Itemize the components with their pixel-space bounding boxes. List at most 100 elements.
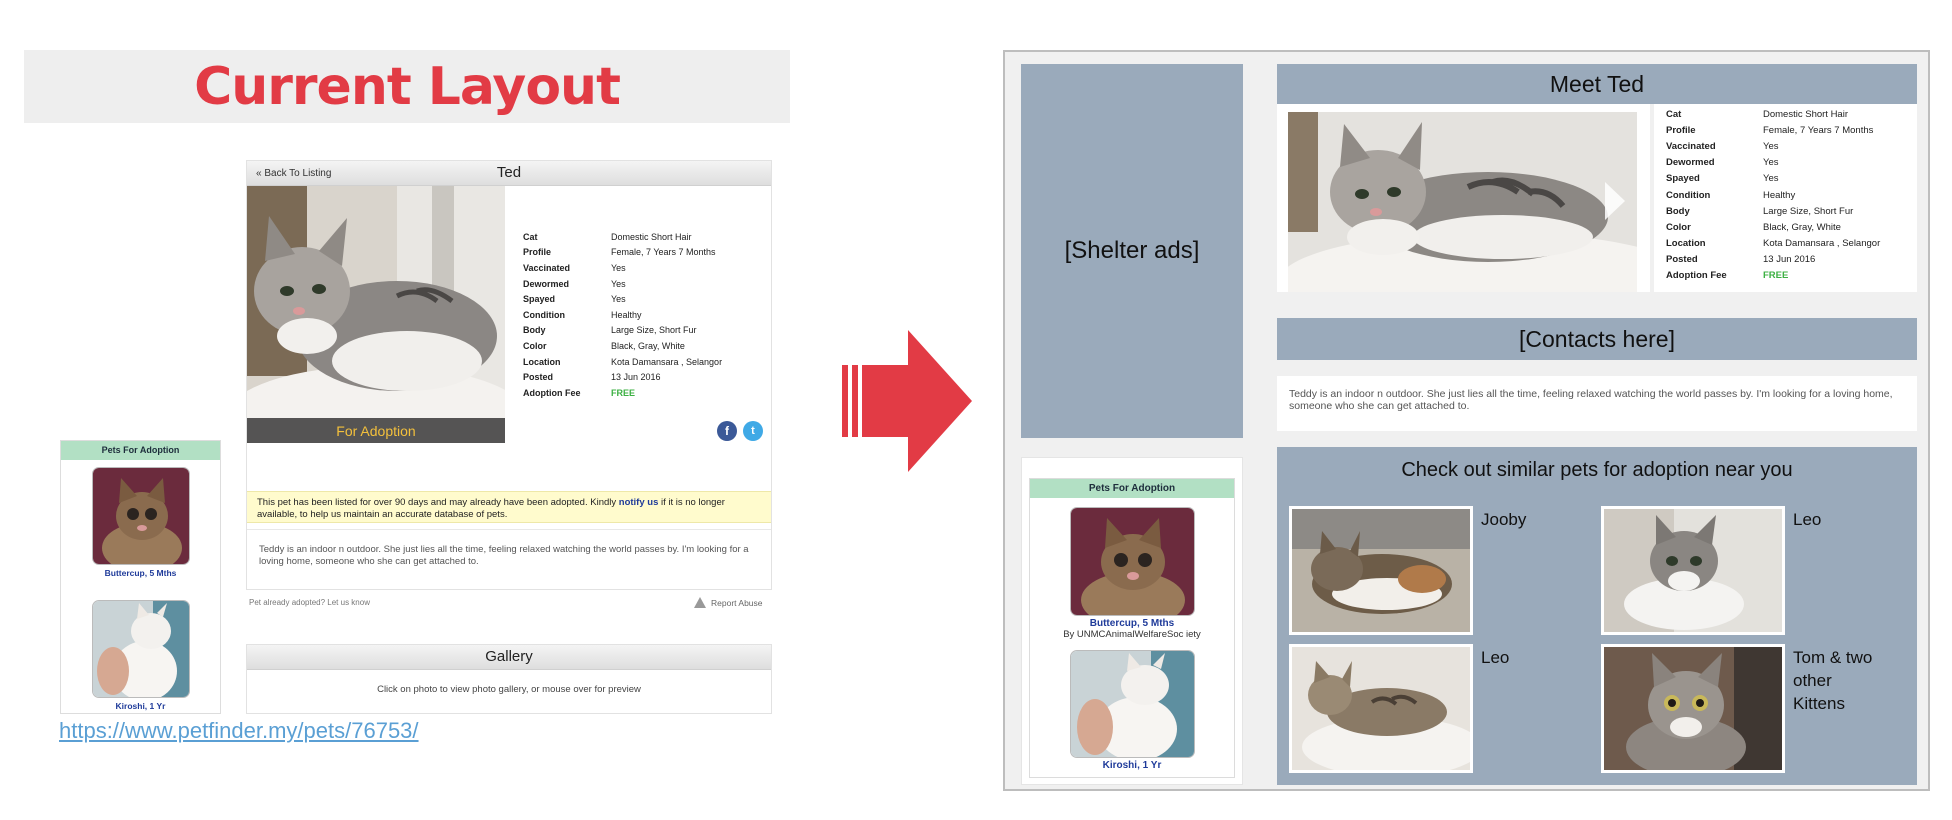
pet-thumbnail[interactable] [1069,507,1195,616]
proposed-layout-mockup: [Shelter ads] Meet Ted Cat Domestic Shor… [1003,50,1930,791]
pet-detail-label: Condition [1666,189,1711,201]
sidebar-pet-name[interactable]: Kiroshi, 1 Yr [1030,760,1234,771]
pet-detail-label: Spayed [523,294,556,305]
current-layout-title-bar: Current Layout [24,50,790,123]
similar-pet-name[interactable]: Tom & two other Kittens [1793,646,1883,715]
pet-detail-row: Cat Domestic Short Hair [523,229,722,245]
pet-detail-value: Yes [1763,173,1779,185]
pet-detail-row: Adoption Fee FREE [523,385,722,401]
pet-detail-row: Spayed Yes [1666,171,1880,187]
pet-details-table: Cat Domestic Short Hair Profile Female, 7 Y… [1666,106,1880,284]
pet-detail-label: Color [523,340,547,351]
meet-pet-title: Meet Ted [1277,64,1917,104]
pet-detail-row: Color Black, Gray, White [1666,219,1880,235]
sidebar-pet-item[interactable]: Kiroshi, 1 Yr [1030,650,1234,777]
pet-detail-label: Condition [523,309,565,320]
pet-detail-value: Black, Gray, White [611,340,685,351]
cat-photo-illustration [247,186,505,443]
kitten-photo-illustration [1070,508,1194,615]
twitter-share-icon[interactable]: t [743,421,763,441]
pet-detail-label: Profile [523,247,552,258]
sidebar-title: Pets For Adoption [1030,479,1234,498]
gallery-title: Gallery [247,645,771,670]
current-layout-heading: Current Layout [194,56,621,117]
pet-detail-value: Yes [1763,157,1779,169]
pets-for-adoption-box: Pets For Adoption Buttercup, 5 Mths By U… [1029,478,1235,778]
similar-pet-thumbnail[interactable] [1601,506,1785,635]
similar-pet-name[interactable]: Jooby [1481,508,1571,531]
pet-detail-row: Dewormed Yes [523,276,722,292]
pet-detail-label: Dewormed [1666,157,1715,169]
pet-detail-row: Spayed Yes [523,291,722,307]
pet-detail-row: Vaccinated Yes [523,260,722,276]
pet-detail-value: Yes [611,262,626,273]
pet-detail-value: Female, 7 Years 7 Months [1763,124,1874,136]
report-abuse-label: Report Abuse [711,597,763,608]
sidebar-pet-name[interactable]: Kiroshi, 1 Yr [61,701,220,711]
report-abuse-link[interactable]: Report Abuse [694,597,763,608]
pet-description: Teddy is an indoor n outdoor. She just l… [1277,376,1917,431]
pet-detail-label: Location [1666,238,1706,250]
similar-pet-thumbnail[interactable] [1601,644,1785,773]
pet-detail-value: 13 Jun 2016 [1763,254,1816,266]
pet-description: Teddy is an indoor n outdoor. She just l… [247,529,771,589]
pet-detail-label: Dewormed [523,278,570,289]
similar-pet-name[interactable]: Leo [1481,646,1571,669]
pet-detail-label: Body [1666,205,1690,217]
sidebar-pet-item[interactable]: Buttercup, 5 Mths By UNMCAnimalWelfareSo… [1030,507,1234,640]
pet-detail-value: Domestic Short Hair [611,231,692,242]
pet-detail-row: Posted 13 Jun 2016 [523,369,722,385]
pet-detail-label: Spayed [1666,173,1700,185]
pet-detail-value: Large Size, Short Fur [611,325,697,336]
pet-detail-label: Vaccinated [1666,140,1716,152]
sidebar-pet-name[interactable]: Buttercup, 5 Mths [61,568,220,578]
gallery-hint: Click on photo to view photo gallery, or… [377,684,641,695]
pet-detail-row: Condition Healthy [523,307,722,323]
kitten-photo-illustration [92,468,189,564]
pet-detail-label: Vaccinated [523,262,571,273]
pet-detail-label: Profile [1666,124,1696,136]
pet-detail-value: Healthy [1763,189,1796,201]
pet-thumbnail[interactable] [1069,650,1195,758]
pet-detail-value: Large Size, Short Fur [1763,205,1854,217]
similar-pet-name[interactable]: Leo [1793,508,1883,531]
pet-thumbnail[interactable] [91,467,190,565]
pet-detail-row: Adoption Fee FREE [1666,268,1880,284]
pet-detail-value: Kota Damansara , Selangor [1763,238,1881,250]
warning-icon [694,597,706,608]
pet-detail-label: Posted [523,372,554,383]
pet-detail-value: Black, Gray, White [1763,221,1841,233]
pet-name: Ted [496,164,522,181]
pets-for-adoption-sidebar: Pets For Adoption Buttercup, 5 Mths [60,440,221,714]
lying-tabby-photo-illustration [1292,647,1470,770]
notify-us-link[interactable]: notify us [619,497,659,508]
pet-detail-value: Yes [611,278,626,289]
similar-pet-thumbnail[interactable] [1289,506,1473,635]
sidebar-pet-item[interactable]: Kiroshi, 1 Yr [61,600,220,711]
pet-detail-label: Adoption Fee [523,387,581,398]
sidebar-pet-owner: By UNMCAnimalWelfareSoc iety [1063,629,1201,640]
pet-photo[interactable] [1288,112,1637,292]
sidebar-pet-name[interactable]: Buttercup, 5 Mths [1030,618,1234,629]
pet-detail-row: Body Large Size, Short Fur [1666,203,1880,219]
pet-detail-label: Cat [523,231,538,242]
already-adopted-link[interactable]: Pet already adopted? Let us know [249,598,370,607]
facebook-share-icon[interactable]: f [717,421,737,441]
next-photo-icon[interactable] [1605,182,1625,220]
pet-detail-label: Adoption Fee [1666,270,1727,282]
notice-text-prefix: This pet has been listed for over 90 day… [257,497,619,508]
sidebar-title: Pets For Adoption [61,441,220,460]
shelter-ads-placeholder: [Shelter ads] [1021,64,1243,438]
pet-detail-row: Dewormed Yes [1666,155,1880,171]
pet-detail-label: Color [1666,221,1691,233]
sidebar-pet-item[interactable]: Buttercup, 5 Mths [61,467,220,578]
pet-detail-value: Kota Damansara , Selangor [611,356,723,367]
cat-photo-illustration [1288,112,1637,292]
pet-detail-value: Yes [611,294,626,305]
pet-detail-row: Posted 13 Jun 2016 [1666,252,1880,268]
similar-pet-thumbnail[interactable] [1289,644,1473,773]
pet-photo[interactable]: For Adoption [247,186,505,443]
pet-thumbnail[interactable] [91,600,190,698]
pet-details-table: Cat Domestic Short Hair Profile Female, 7 Y… [523,229,722,401]
source-url-link[interactable]: https://www.petfinder.my/pets/76753/ [59,718,419,744]
